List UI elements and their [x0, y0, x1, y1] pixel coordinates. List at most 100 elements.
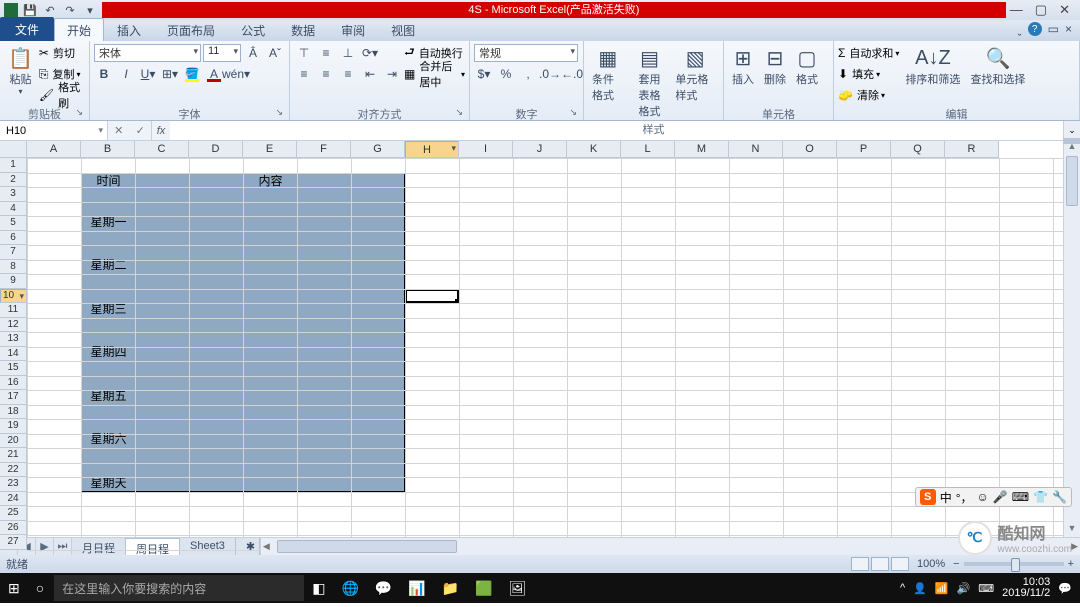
- tray-network-icon[interactable]: 📶: [935, 582, 949, 595]
- tab-data[interactable]: 数据: [278, 18, 328, 41]
- zoom-level[interactable]: 100%: [917, 558, 945, 570]
- minimize-button[interactable]: —: [1010, 2, 1023, 18]
- fill-color-button[interactable]: 🪣: [182, 65, 202, 83]
- row-header[interactable]: 17: [0, 390, 27, 405]
- number-launcher-icon[interactable]: ↘: [569, 107, 577, 118]
- view-page-layout-icon[interactable]: [871, 557, 889, 571]
- column-header[interactable]: M: [675, 141, 729, 158]
- row-header[interactable]: 23: [0, 477, 27, 492]
- tab-insert[interactable]: 插入: [104, 18, 154, 41]
- row-header[interactable]: 7: [0, 245, 27, 260]
- column-header[interactable]: I: [459, 141, 513, 158]
- row-header[interactable]: 1: [0, 158, 27, 173]
- align-left-icon[interactable]: ≡: [294, 65, 314, 83]
- align-top-icon[interactable]: ⊤: [294, 44, 314, 62]
- row-header[interactable]: 14: [0, 347, 27, 362]
- tray-volume-icon[interactable]: 🔊: [957, 582, 971, 595]
- column-header[interactable]: Q: [891, 141, 945, 158]
- merge-center-button[interactable]: ▦合并后居中▾: [404, 64, 465, 84]
- number-format-select[interactable]: 常规: [474, 44, 578, 62]
- insert-cells-button[interactable]: ⊞插入: [728, 43, 758, 89]
- ime-tool-icon[interactable]: 🔧: [1052, 490, 1067, 504]
- spreadsheet-grid[interactable]: ABCDEFGHIJKLMNOPQR 123456789101112131415…: [0, 141, 1080, 537]
- column-header[interactable]: H: [405, 141, 459, 158]
- row-header[interactable]: 16: [0, 376, 27, 391]
- tab-formulas[interactable]: 公式: [228, 18, 278, 41]
- taskbar-app-2[interactable]: 💬: [367, 573, 400, 603]
- row-header[interactable]: 11: [0, 303, 27, 318]
- tray-notification-icon[interactable]: 💬: [1058, 582, 1072, 595]
- ime-toolbar[interactable]: S 中 °， ☺ 🎤 ⌨ 👕 🔧: [915, 487, 1072, 507]
- paste-button[interactable]: 📋粘贴▾: [4, 43, 37, 98]
- font-launcher-icon[interactable]: ↘: [275, 107, 283, 118]
- phonetic-button[interactable]: wén▾: [226, 65, 246, 83]
- tray-lang-icon[interactable]: ⌨: [978, 582, 994, 595]
- sheet-nav-last-icon[interactable]: ⏭: [54, 538, 72, 555]
- cell-styles-button[interactable]: ▧单元格样式: [671, 43, 719, 105]
- column-header[interactable]: E: [243, 141, 297, 158]
- format-painter-button[interactable]: 🖌格式刷: [39, 85, 85, 105]
- comma-icon[interactable]: ,: [518, 65, 538, 83]
- zoom-out-icon[interactable]: −: [953, 558, 959, 570]
- align-bottom-icon[interactable]: ⊥: [338, 44, 358, 62]
- maximize-button[interactable]: ▢: [1035, 2, 1047, 18]
- taskbar-app-4[interactable]: 📁: [434, 573, 467, 603]
- font-name-select[interactable]: 宋体: [94, 44, 201, 62]
- row-header[interactable]: 24: [0, 492, 27, 507]
- window-close-doc-icon[interactable]: ×: [1065, 22, 1072, 36]
- row-header[interactable]: 25: [0, 506, 27, 521]
- indent-increase-icon[interactable]: ⇥: [382, 65, 402, 83]
- row-header[interactable]: 22: [0, 463, 27, 478]
- orientation-icon[interactable]: ⟳▾: [360, 44, 380, 62]
- search-icon[interactable]: ○: [28, 573, 52, 603]
- row-header[interactable]: 4: [0, 202, 27, 217]
- sheet-tab-2[interactable]: Sheet3: [180, 538, 236, 555]
- format-as-table-button[interactable]: ▤套用 表格格式: [630, 43, 670, 121]
- align-right-icon[interactable]: ≡: [338, 65, 358, 83]
- row-header[interactable]: 27: [0, 535, 27, 550]
- undo-icon[interactable]: ↶: [42, 2, 58, 18]
- new-sheet-button[interactable]: ✱: [236, 538, 260, 555]
- clipboard-launcher-icon[interactable]: ↘: [75, 107, 83, 118]
- column-header[interactable]: R: [945, 141, 999, 158]
- fill-button[interactable]: ⬇填充▾: [838, 64, 899, 84]
- column-header[interactable]: C: [135, 141, 189, 158]
- row-header[interactable]: 5: [0, 216, 27, 231]
- sheet-tab-0[interactable]: 月日程: [72, 538, 126, 555]
- view-normal-icon[interactable]: [851, 557, 869, 571]
- vscroll-thumb[interactable]: [1066, 156, 1078, 206]
- row-header[interactable]: 3: [0, 187, 27, 202]
- tab-home[interactable]: 开始: [54, 18, 104, 41]
- split-handle[interactable]: [1063, 138, 1080, 144]
- ime-emoji-icon[interactable]: ☺: [977, 490, 989, 504]
- row-header[interactable]: 19: [0, 419, 27, 434]
- autosum-button[interactable]: Σ自动求和▾: [838, 43, 899, 63]
- close-button[interactable]: ✕: [1059, 2, 1070, 18]
- underline-button[interactable]: U▾: [138, 65, 158, 83]
- active-cell[interactable]: [405, 289, 459, 304]
- help-icon[interactable]: ?: [1028, 22, 1042, 36]
- column-header[interactable]: N: [729, 141, 783, 158]
- sheet-nav-next-icon[interactable]: ▶: [36, 538, 54, 555]
- bold-button[interactable]: B: [94, 65, 114, 83]
- taskbar-app-1[interactable]: 🌐: [333, 573, 366, 603]
- format-cells-button[interactable]: ▢格式: [792, 43, 822, 89]
- column-header[interactable]: G: [351, 141, 405, 158]
- row-header[interactable]: 18: [0, 405, 27, 420]
- row-header[interactable]: 20: [0, 434, 27, 449]
- font-color-button[interactable]: A: [204, 65, 224, 83]
- name-box[interactable]: H10: [0, 121, 108, 140]
- clear-button[interactable]: 🧽清除▾: [838, 85, 899, 105]
- column-header[interactable]: J: [513, 141, 567, 158]
- view-page-break-icon[interactable]: [891, 557, 909, 571]
- redo-icon[interactable]: ↷: [62, 2, 78, 18]
- column-header[interactable]: P: [837, 141, 891, 158]
- minimize-ribbon-icon[interactable]: ˬ: [1018, 22, 1022, 36]
- column-header[interactable]: F: [297, 141, 351, 158]
- taskbar-app-5[interactable]: 🟩: [467, 573, 500, 603]
- taskbar-search-input[interactable]: 在这里输入你要搜索的内容: [54, 575, 304, 601]
- tab-page-layout[interactable]: 页面布局: [154, 18, 228, 41]
- row-header[interactable]: 15: [0, 361, 27, 376]
- indent-decrease-icon[interactable]: ⇤: [360, 65, 380, 83]
- fx-icon[interactable]: fx: [152, 121, 170, 140]
